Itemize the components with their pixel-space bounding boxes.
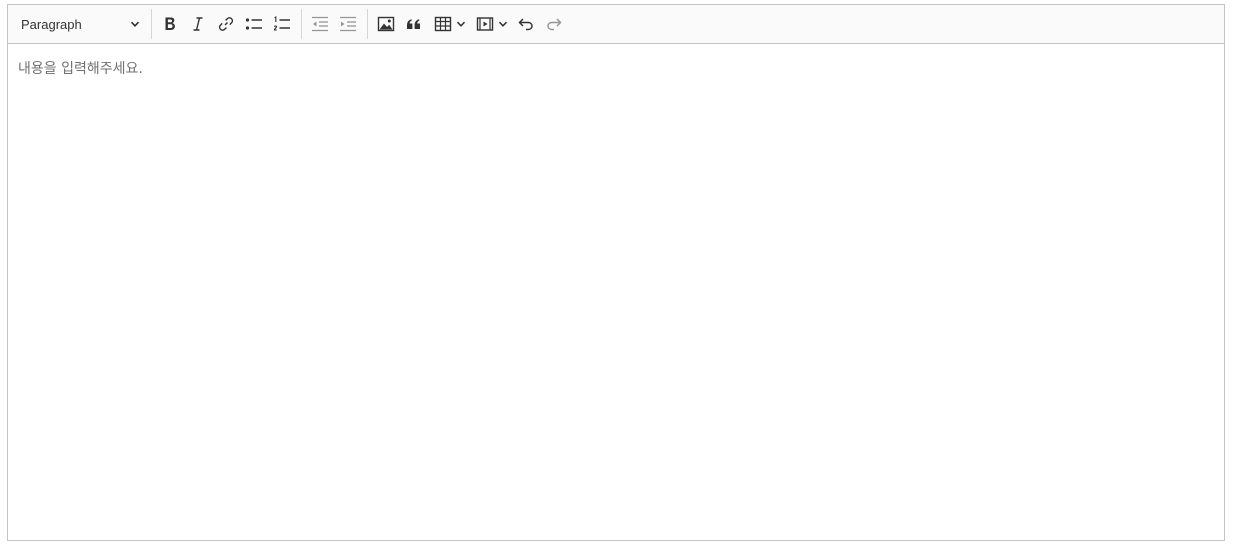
numbered-list-button[interactable] [269, 9, 295, 39]
undo-icon [518, 18, 533, 31]
editor-content-area[interactable]: 내용을 입력해주세요. [8, 44, 1224, 540]
outdent-icon [312, 16, 328, 32]
indent-button[interactable] [335, 9, 361, 39]
chevron-down-icon [498, 21, 507, 27]
insert-table-button[interactable] [429, 9, 469, 39]
block-quote-button[interactable] [401, 9, 427, 39]
toolbar-separator [151, 9, 152, 39]
editor-toolbar: Paragraph [8, 5, 1224, 44]
quote-icon [407, 19, 420, 29]
editor-placeholder: 내용을 입력해주세요. [18, 61, 143, 77]
numbered-list-icon [273, 15, 290, 31]
insert-media-button[interactable] [471, 9, 511, 39]
bold-button[interactable] [157, 9, 183, 39]
toolbar-separator [301, 9, 302, 39]
indent-icon [340, 16, 356, 32]
redo-button[interactable] [541, 9, 567, 39]
undo-button[interactable] [513, 9, 539, 39]
bulleted-list-icon [245, 18, 262, 30]
image-icon [377, 16, 395, 32]
chevron-down-icon [130, 19, 140, 29]
heading-dropdown-label: Paragraph [21, 16, 82, 32]
insert-image-button[interactable] [373, 9, 399, 39]
chevron-down-icon [456, 21, 465, 27]
media-icon [476, 17, 493, 31]
redo-icon [547, 18, 562, 31]
bold-icon [165, 17, 175, 30]
bulleted-list-button[interactable] [241, 9, 267, 39]
outdent-button[interactable] [307, 9, 333, 39]
link-icon [218, 17, 234, 31]
rich-text-editor: Paragraph 내용을 입력해주세요. [7, 4, 1225, 541]
table-icon [434, 16, 451, 32]
italic-icon [193, 17, 203, 31]
link-button[interactable] [213, 9, 239, 39]
toolbar-separator [367, 9, 368, 39]
heading-dropdown[interactable]: Paragraph [14, 9, 146, 39]
italic-button[interactable] [185, 9, 211, 39]
